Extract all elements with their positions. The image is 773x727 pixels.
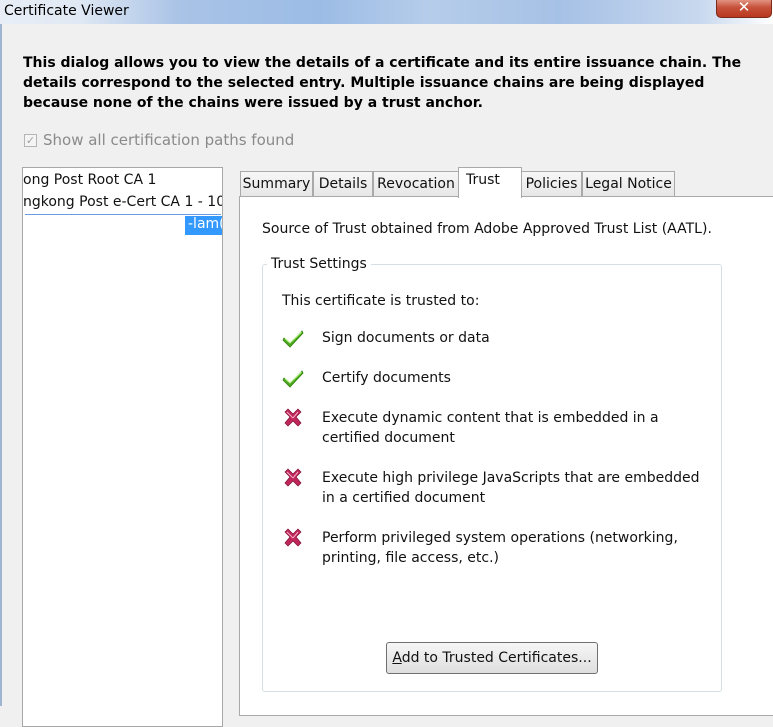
tab-trust[interactable]: Trust bbox=[458, 167, 522, 198]
permission-text: Certify documents bbox=[322, 370, 451, 386]
accelerator-key: A bbox=[392, 650, 402, 666]
trust-settings-title: Trust Settings bbox=[267, 256, 371, 272]
add-to-trusted-certificates-button[interactable]: Add to Trusted Certificates... bbox=[386, 642, 598, 674]
trust-source-text: Source of Trust obtained from Adobe Appr… bbox=[262, 221, 712, 237]
show-all-paths-label: Show all certification paths found bbox=[43, 131, 295, 149]
tree-item[interactable]: ngkong Post e-Cert CA 1 - 10 bbox=[23, 194, 222, 214]
check-icon: ✓ bbox=[25, 133, 36, 147]
dialog-description: This dialog allows you to view the detai… bbox=[23, 55, 742, 111]
tree-item[interactable]: ong Post Root CA 1 bbox=[23, 172, 156, 192]
permission-text: Sign documents or data bbox=[322, 330, 490, 346]
tree-item-selected[interactable]: -lam( bbox=[185, 216, 222, 235]
certificate-tree[interactable]: ong Post Root CA 1 ngkong Post e-Cert CA… bbox=[22, 167, 223, 727]
close-button[interactable]: ✕ bbox=[716, 0, 772, 18]
title-bar: Certificate Viewer ✕ bbox=[0, 0, 773, 24]
window-frame bbox=[0, 24, 2, 706]
add-button-label: dd to Trusted Certificates... bbox=[401, 650, 592, 666]
trusted-to-label: This certificate is trusted to: bbox=[282, 293, 480, 309]
tree-connector bbox=[25, 214, 221, 215]
show-all-paths-checkbox-row[interactable]: ✓ Show all certification paths found bbox=[24, 131, 294, 149]
tab-revocation[interactable]: Revocation bbox=[373, 171, 459, 197]
cross-icon bbox=[284, 528, 302, 547]
tab-legal-notice[interactable]: Legal Notice bbox=[582, 171, 675, 197]
permission-text: Execute dynamic content that is embedded… bbox=[322, 410, 659, 446]
permission-text: Execute high privilege JavaScripts that … bbox=[322, 470, 700, 506]
window-title: Certificate Viewer bbox=[4, 3, 129, 19]
permission-text: Perform privileged system operations (ne… bbox=[322, 530, 678, 566]
check-icon bbox=[282, 330, 304, 348]
show-all-paths-checkbox[interactable]: ✓ bbox=[24, 133, 37, 147]
tab-details[interactable]: Details bbox=[313, 171, 373, 197]
tab-summary[interactable]: Summary bbox=[240, 171, 313, 197]
cross-icon bbox=[284, 408, 302, 427]
cross-icon bbox=[284, 468, 302, 487]
check-icon bbox=[282, 370, 304, 388]
close-icon: ✕ bbox=[737, 0, 751, 16]
tab-policies[interactable]: Policies bbox=[521, 171, 582, 197]
